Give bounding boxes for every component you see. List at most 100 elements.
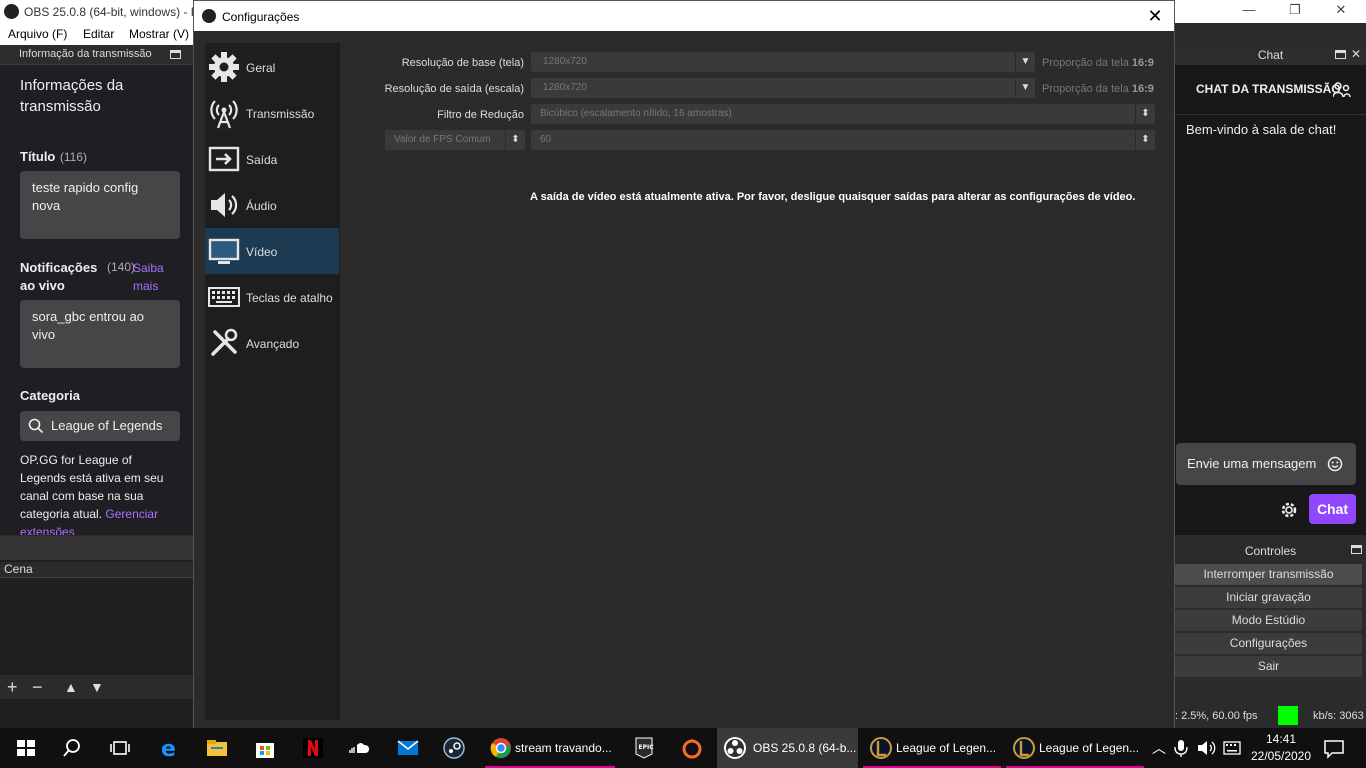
stop-streaming-button[interactable]: Interromper transmissão <box>1175 564 1362 585</box>
downscale-filter-label: Filtro de Redução <box>437 109 524 121</box>
notifications-icon[interactable] <box>1322 736 1346 760</box>
nav-item-avancado[interactable]: Avançado <box>205 320 339 366</box>
title-char-count: (116) <box>59 150 87 164</box>
clock[interactable]: 14:41 22/05/2020 <box>1250 731 1312 765</box>
clock-time: 14:41 <box>1265 732 1297 746</box>
move-up-icon[interactable]: ▲ <box>64 679 78 695</box>
chevron-down-icon: ▼ <box>1015 78 1035 98</box>
taskbar-chrome-task[interactable]: stream travando... <box>485 728 615 768</box>
taskbar-obs-task[interactable]: OBS 25.0.8 (64-b... <box>717 728 858 768</box>
store-icon[interactable] <box>253 736 277 760</box>
edge-icon[interactable]: e <box>158 736 182 760</box>
chevron-down-icon: ▼ <box>1015 52 1035 72</box>
menu-arquivo[interactable]: Arquivo (F) <box>8 27 67 41</box>
chat-title: CHAT DA TRANSMISSÃO <box>1196 82 1341 96</box>
base-resolution-combo[interactable]: 1280x720 ▼ <box>531 52 1035 72</box>
lol-icon <box>1013 737 1035 759</box>
language-icon[interactable] <box>1222 736 1242 760</box>
steam-icon[interactable] <box>442 736 466 760</box>
stream-info-dock-title: Informação da transmissão <box>19 48 152 60</box>
chat-message-input[interactable]: Envie uma mensagem <box>1176 443 1356 485</box>
chat-settings-gear-icon[interactable] <box>1280 501 1298 519</box>
learn-more-link[interactable]: Saiba mais <box>133 259 173 295</box>
svg-text:e: e <box>161 737 176 760</box>
nav-item-teclas-de-atalho[interactable]: Teclas de atalho <box>205 274 339 320</box>
notification-input[interactable]: sora_gbc entrou ao vivo <box>20 300 180 368</box>
updown-icon: ⬍ <box>1135 130 1155 150</box>
popout-icon[interactable] <box>170 50 181 59</box>
output-active-warning: A saída de vídeo está atualmente ativa. … <box>530 191 1136 203</box>
soundcloud-icon[interactable] <box>348 736 372 760</box>
category-search[interactable]: League of Legends <box>20 411 180 441</box>
settings-title-bar: Configurações ✕ <box>194 1 1174 31</box>
chevron-up-icon[interactable]: ︿ <box>1152 738 1166 758</box>
category-label: Categoria <box>20 388 80 403</box>
nav-item-saida[interactable]: Saída <box>205 136 339 182</box>
exit-button[interactable]: Sair <box>1175 656 1362 677</box>
chat-popout-icon[interactable] <box>1335 50 1346 59</box>
close-window-icon[interactable]: ✕ <box>1318 2 1364 18</box>
cpu-fps-status: : 2.5%, 60.00 fps <box>1175 710 1258 722</box>
settings-obs-logo-icon <box>202 9 216 23</box>
chat-welcome-message: Bem-vindo à sala de chat! <box>1186 122 1337 137</box>
downscale-filter-combo[interactable]: Bicúbico (escalamento nítido, 16 amostra… <box>531 104 1155 124</box>
chat-send-button[interactable]: Chat <box>1309 494 1356 524</box>
output-aspect-value: 16:9 <box>1131 83 1154 95</box>
controls-dock-header: Controles <box>1175 540 1366 560</box>
windows-start-icon[interactable] <box>14 736 38 760</box>
bitrate-status: kb/s: 3063 <box>1313 710 1364 722</box>
keyboard-icon <box>208 287 240 307</box>
file-explorer-icon[interactable] <box>205 736 229 760</box>
chat-input-placeholder: Envie uma mensagem <box>1187 456 1317 471</box>
taskbar-league-task-2[interactable]: League of Legen... <box>1006 728 1144 768</box>
search-icon[interactable] <box>60 736 84 760</box>
minimize-icon[interactable]: — <box>1226 2 1272 17</box>
fps-type-value: Valor de FPS Comum <box>394 134 491 145</box>
tools-icon <box>211 328 238 356</box>
fps-value-combo[interactable]: 60 ⬍ <box>531 130 1155 150</box>
add-scene-icon[interactable]: + <box>7 677 18 698</box>
origin-icon[interactable] <box>680 736 704 760</box>
output-resolution-combo[interactable]: 1280x720 ▼ <box>531 78 1035 98</box>
fps-value: 60 <box>540 134 552 145</box>
nav-item-audio[interactable]: Áudio <box>205 182 339 228</box>
stream-health-indicator <box>1278 706 1298 725</box>
controls-popout-icon[interactable] <box>1351 545 1362 554</box>
studio-mode-button[interactable]: Modo Estúdio <box>1175 610 1362 631</box>
nav-item-video[interactable]: Vídeo <box>205 228 339 274</box>
chat-dock-title: Chat <box>1257 48 1284 62</box>
output-resolution-value: 1280x720 <box>543 82 587 93</box>
base-aspect-value: 16:9 <box>1131 57 1154 69</box>
windows-taskbar: e stream travando... EPIC OBS 25.0.8 (64… <box>0 728 1366 768</box>
lol-icon <box>870 737 892 759</box>
notifications-char-count: (140) <box>107 260 136 274</box>
epic-games-icon[interactable]: EPIC <box>632 736 656 760</box>
fps-type-combo[interactable]: Valor de FPS Comum ⬍ <box>385 130 525 150</box>
volume-icon[interactable] <box>1196 736 1216 760</box>
restore-icon[interactable]: ❐ <box>1272 2 1318 18</box>
start-recording-button[interactable]: Iniciar gravação <box>1175 587 1362 608</box>
emoji-icon[interactable] <box>1327 456 1343 472</box>
title-input[interactable]: teste rapido config nova <box>20 171 180 239</box>
mail-icon[interactable] <box>396 736 420 760</box>
taskbar-league-task-1[interactable]: League of Legen... <box>863 728 1001 768</box>
category-value: League of Legends <box>51 418 163 433</box>
users-icon[interactable] <box>1333 82 1351 98</box>
netflix-icon[interactable] <box>301 736 325 760</box>
nav-label: Avançado <box>246 337 300 351</box>
menu-mostrar[interactable]: Mostrar (V) <box>129 27 189 41</box>
settings-button[interactable]: Configurações <box>1175 633 1362 654</box>
menu-editar[interactable]: Editar <box>83 27 114 41</box>
task-view-icon[interactable] <box>108 736 132 760</box>
scene-list-header: Cena <box>0 562 193 578</box>
svg-text:EPIC: EPIC <box>639 744 655 751</box>
move-down-icon[interactable]: ▼ <box>90 679 104 695</box>
settings-close-icon[interactable]: ✕ <box>1144 6 1166 27</box>
menu-bar: Arquivo (F) Editar Mostrar (V) <box>0 23 200 45</box>
remove-scene-icon[interactable]: − <box>32 677 43 698</box>
chat-close-icon[interactable]: ✕ <box>1351 47 1361 61</box>
task-label: OBS 25.0.8 (64-b... <box>753 741 857 755</box>
title-label: Título <box>20 149 56 164</box>
nav-label: Saída <box>246 153 278 167</box>
microphone-icon[interactable] <box>1172 736 1190 760</box>
